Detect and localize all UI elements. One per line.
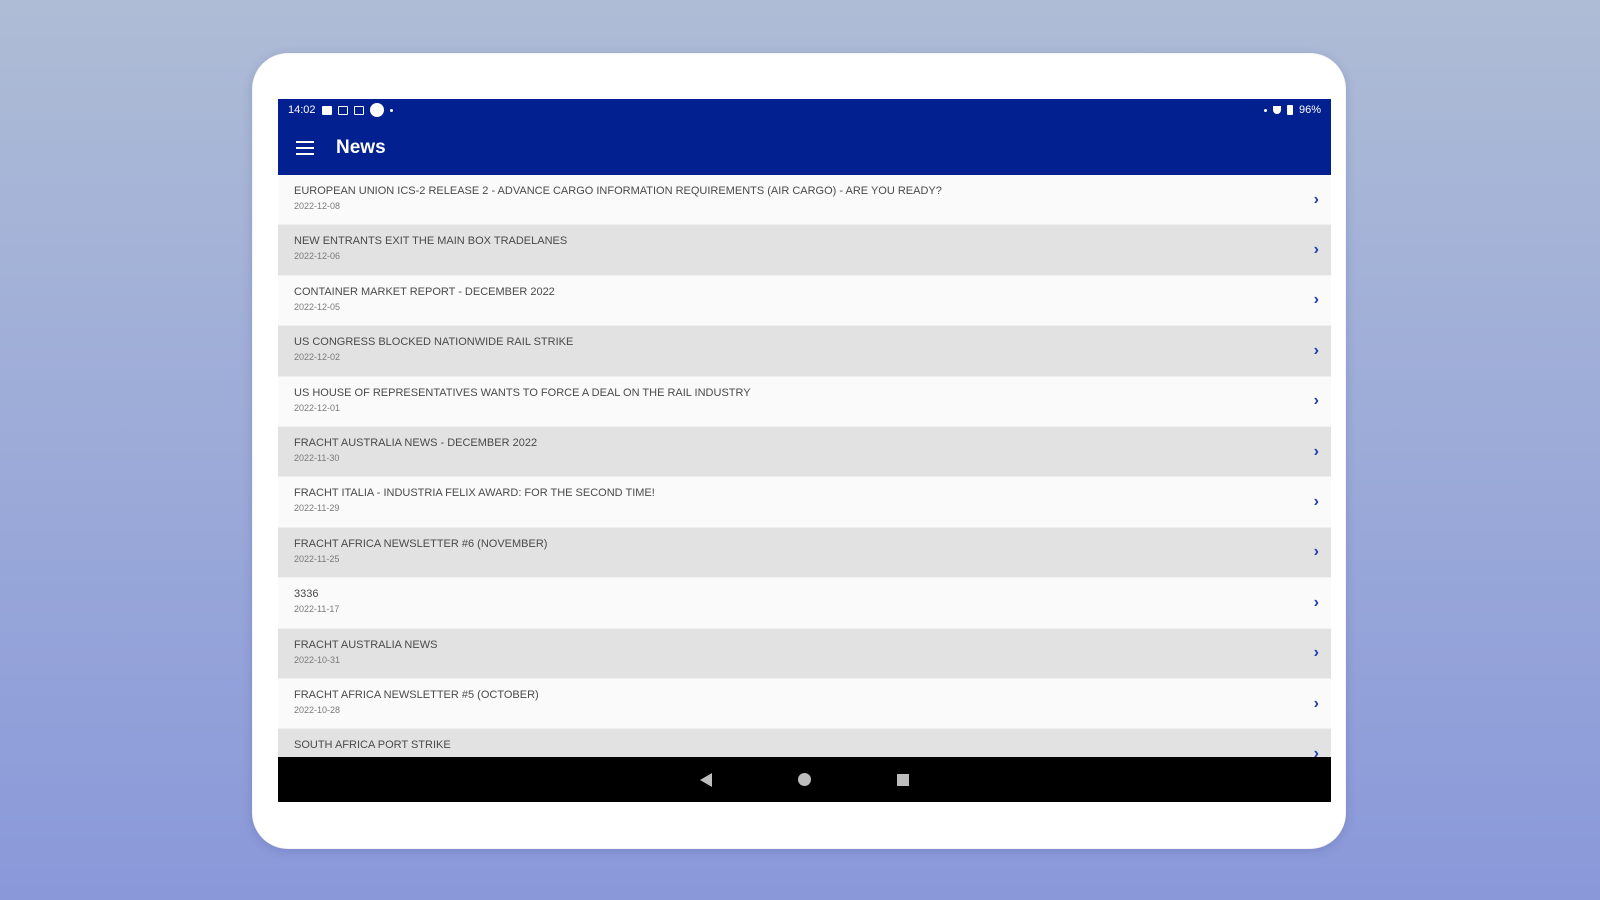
battery-percent: 96% — [1298, 104, 1321, 116]
news-list-item[interactable]: FRACHT AUSTRALIA NEWS 2022-10-31 › — [278, 628, 1331, 679]
news-list-item[interactable]: US CONGRESS BLOCKED NATIONWIDE RAIL STRI… — [278, 326, 1331, 377]
news-date: 2022-10-28 — [294, 704, 341, 715]
chevron-right-icon[interactable]: › — [1314, 191, 1319, 209]
message-notification-icon — [337, 105, 348, 115]
device-screen: 14:02 96% News EUROPEAN UNION ICS-2 RELE… — [278, 99, 1331, 802]
news-list-item[interactable]: CONTAINER MARKET REPORT - DECEMBER 2022 2… — [278, 275, 1331, 327]
news-list-item[interactable]: FRACHT AUSTRALIA NEWS - DECEMBER 2022 202… — [278, 426, 1331, 478]
news-list-item[interactable]: FRACHT AFRICA NEWSLETTER #5 (OCTOBER) 202… — [278, 678, 1331, 730]
home-circle-icon[interactable] — [798, 773, 811, 786]
chevron-right-icon[interactable]: › — [1314, 695, 1319, 713]
chevron-right-icon[interactable]: › — [1314, 443, 1319, 461]
status-bar: 14:02 96% — [278, 99, 1331, 121]
news-date: 2022-11-29 — [294, 503, 340, 514]
chevron-right-icon[interactable]: › — [1314, 291, 1319, 309]
mail-notification-icon — [353, 105, 364, 115]
news-title: NEW ENTRANTS EXIT THE MAIN BOX TRADELANE… — [294, 235, 568, 248]
chevron-right-icon[interactable]: › — [1314, 241, 1319, 259]
news-date: 2022-12-08 — [294, 201, 341, 211]
news-date: 2022-12-06 — [294, 251, 341, 262]
news-title: FRACHT ITALIA - INDUSTRIA FELIX AWARD: F… — [294, 487, 655, 500]
news-title: US HOUSE OF REPRESENTATIVES WANTS TO FOR… — [294, 386, 751, 399]
wifi-icon — [1272, 106, 1281, 114]
chevron-right-icon[interactable]: › — [1314, 644, 1319, 662]
app-bar: News — [278, 121, 1331, 175]
news-list-item[interactable]: EUROPEAN UNION ICS-2 RELEASE 2 - ADVANCE… — [278, 175, 1331, 226]
news-title: US CONGRESS BLOCKED NATIONWIDE RAIL STRI… — [294, 336, 574, 349]
news-title: CONTAINER MARKET REPORT - DECEMBER 2022 — [294, 285, 555, 298]
recents-square-icon[interactable] — [897, 773, 909, 786]
chevron-right-icon[interactable]: › — [1314, 342, 1319, 360]
chevron-right-icon[interactable]: › — [1314, 745, 1319, 757]
news-list-item[interactable]: FRACHT AFRICA NEWSLETTER #6 (NOVEMBER) 20… — [278, 527, 1331, 579]
news-title: SOUTH AFRICA PORT STRIKE — [294, 739, 451, 752]
more-notifications-dot-icon — [389, 108, 393, 112]
news-list-item[interactable]: NEW ENTRANTS EXIT THE MAIN BOX TRADELANE… — [278, 225, 1331, 276]
chevron-right-icon[interactable]: › — [1314, 392, 1319, 410]
news-list-item[interactable]: 3336 2022-11-17 › — [278, 578, 1331, 629]
chevron-right-icon[interactable]: › — [1314, 594, 1319, 612]
gallery-notification-icon — [321, 105, 332, 115]
news-title: 3336 — [294, 588, 319, 601]
status-time: 14:02 — [288, 104, 316, 116]
news-date: 2022-10-31 — [294, 654, 341, 665]
hamburger-menu-icon[interactable] — [296, 136, 320, 160]
system-nav-bar — [278, 757, 1331, 802]
news-title: EUROPEAN UNION ICS-2 RELEASE 2 - ADVANCE… — [294, 185, 942, 197]
news-list-item[interactable]: SOUTH AFRICA PORT STRIKE › — [278, 729, 1331, 757]
chevron-right-icon[interactable]: › — [1314, 543, 1319, 561]
news-date: 2022-11-25 — [294, 553, 340, 564]
vibrate-icon — [1263, 108, 1267, 112]
news-list-item[interactable]: FRACHT ITALIA - INDUSTRIA FELIX AWARD: F… — [278, 477, 1331, 528]
page-title: News — [336, 137, 386, 158]
news-date: 2022-12-05 — [294, 301, 341, 312]
news-date: 2022-11-17 — [294, 604, 340, 615]
chevron-right-icon[interactable]: › — [1314, 493, 1319, 511]
back-triangle-icon[interactable] — [700, 772, 712, 787]
news-title: FRACHT AUSTRALIA NEWS — [294, 638, 438, 651]
battery-icon — [1286, 105, 1293, 115]
news-list[interactable]: EUROPEAN UNION ICS-2 RELEASE 2 - ADVANCE… — [278, 175, 1331, 757]
news-date: 2022-12-02 — [294, 352, 341, 363]
app-notification-icon — [369, 103, 384, 117]
news-list-item[interactable]: US HOUSE OF REPRESENTATIVES WANTS TO FOR… — [278, 376, 1331, 427]
news-title: FRACHT AFRICA NEWSLETTER #5 (OCTOBER) — [294, 688, 539, 701]
news-title: FRACHT AUSTRALIA NEWS - DECEMBER 2022 — [294, 436, 538, 449]
news-title: FRACHT AFRICA NEWSLETTER #6 (NOVEMBER) — [294, 537, 548, 550]
news-date: 2022-11-30 — [294, 452, 340, 463]
news-date: 2022-12-01 — [294, 402, 341, 413]
